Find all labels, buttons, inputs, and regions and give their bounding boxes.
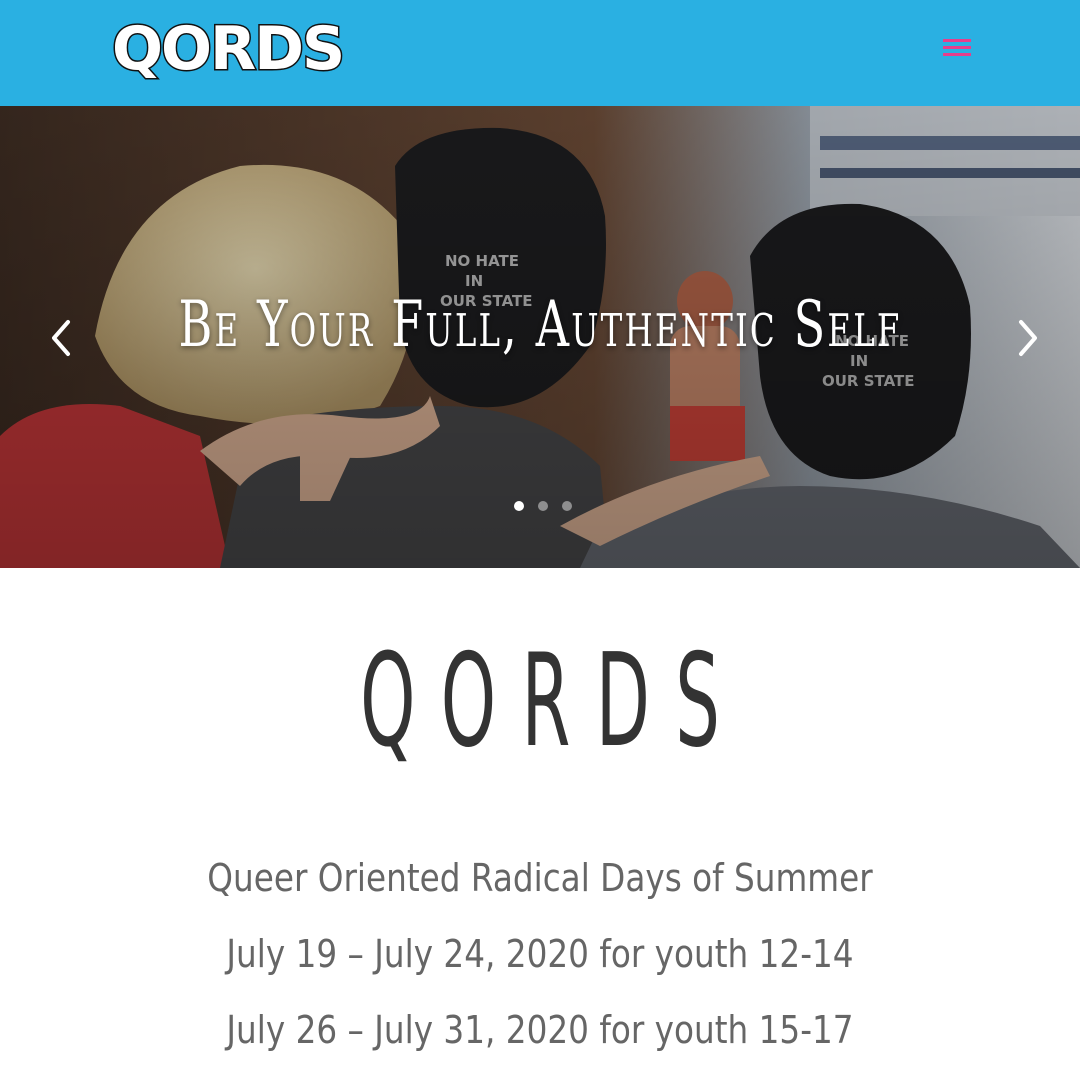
slider-dot-2[interactable] bbox=[538, 501, 548, 511]
chevron-left-icon[interactable] bbox=[42, 314, 82, 362]
page-title: QORDS bbox=[360, 627, 746, 776]
site-header: QORDS bbox=[0, 0, 1080, 106]
chevron-right-icon[interactable] bbox=[1007, 314, 1047, 362]
slider-dots bbox=[512, 501, 582, 515]
hamburger-menu-icon[interactable] bbox=[938, 34, 976, 62]
site-logo[interactable]: QORDS bbox=[110, 14, 346, 84]
slider-dot-1[interactable] bbox=[514, 501, 524, 511]
hero-title: Be Your Full, Authentic Self bbox=[178, 288, 902, 362]
hero-slider: NO HATE IN OUR STATE NO HATE IN OUR STAT… bbox=[0, 106, 1080, 568]
tagline: Queer Oriented Radical Days of Summer bbox=[207, 856, 873, 900]
slider-dot-3[interactable] bbox=[562, 501, 572, 511]
dates-session-1: July 19 – July 24, 2020 for youth 12-14 bbox=[226, 932, 854, 976]
dates-session-2: July 26 – July 31, 2020 for youth 15-17 bbox=[226, 1008, 854, 1052]
